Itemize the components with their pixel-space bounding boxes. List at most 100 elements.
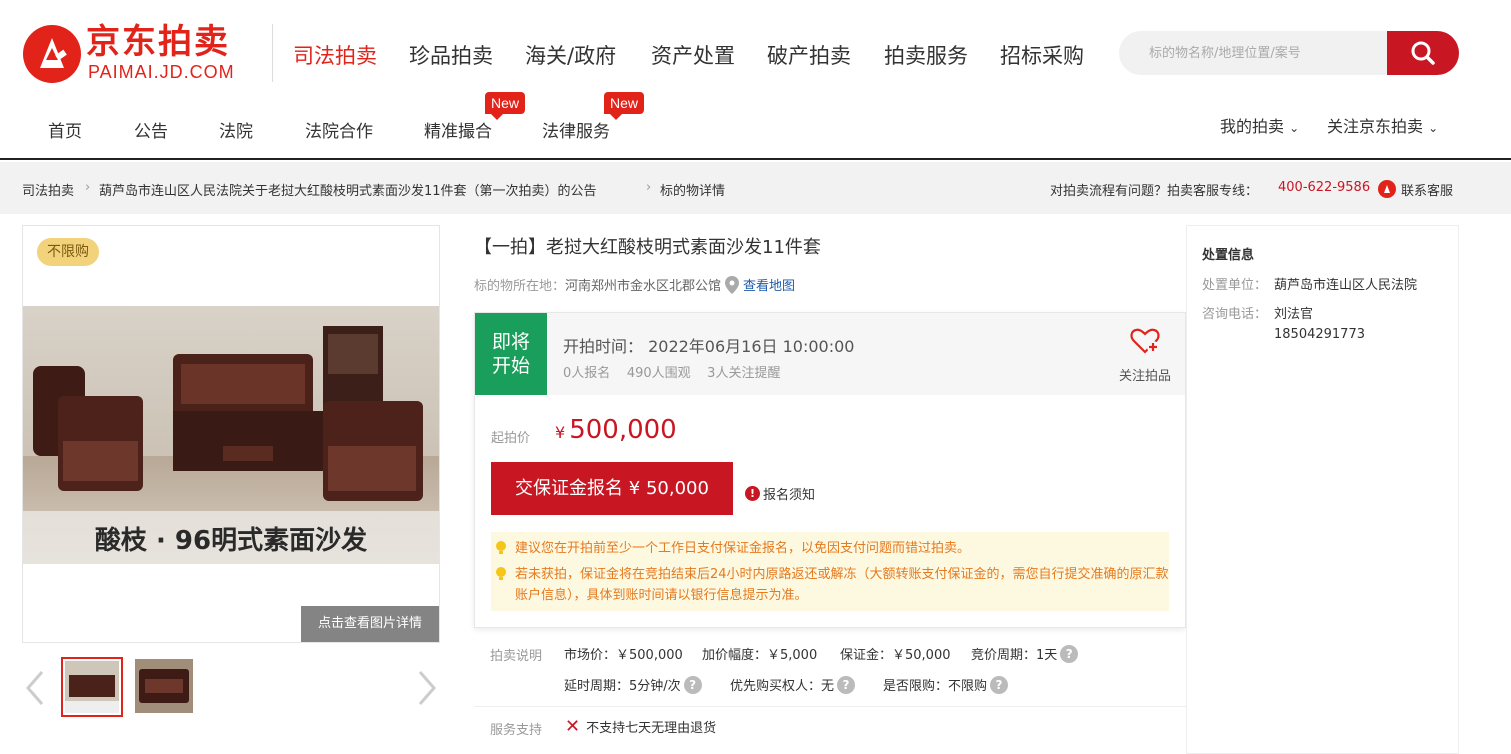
chevron-down-icon: ⌄ (1428, 121, 1439, 135)
topnav-customs[interactable]: 海关/政府 (525, 40, 616, 70)
topnav-treasure[interactable]: 珍品拍卖 (409, 40, 493, 70)
topnav-assets[interactable]: 资产处置 (651, 40, 735, 70)
start-price-label: 起拍价 (491, 431, 531, 446)
my-auction-menu[interactable]: 我的拍卖 ⌄ (1220, 113, 1299, 137)
purchase-limit-text: 是否限购：不限购 (883, 679, 988, 694)
status-text: 即将开始 (491, 331, 530, 377)
purchase-limit: 是否限购：不限购? (883, 675, 1009, 694)
thumbnail-image (135, 659, 193, 713)
image-gallery: 不限购 酸枝 · 96明式素面沙发 点击查看图片详情 (22, 225, 440, 643)
search-bar (1119, 31, 1459, 75)
tip-item: 建议您在开拍前至少一个工作日支付保证金报名，以免因支付问题而错过拍卖。 (496, 538, 1169, 559)
consult-phone-label: 咨询电话： (1202, 307, 1268, 322)
logo-divider (272, 24, 273, 82)
breadcrumb-separator: › (85, 180, 91, 195)
topnav-bidding[interactable]: 招标采购 (1000, 40, 1084, 70)
reminder-count: 3人关注提醒 (707, 366, 781, 381)
follow-item-button[interactable]: 关注拍品 (1105, 327, 1185, 384)
purchase-limit-badge: 不限购 (37, 238, 99, 266)
breadcrumb-current: 标的物详情 (660, 184, 726, 199)
sofa-set-photo: 酸枝 · 96明式素面沙发 (23, 306, 439, 564)
priority-buyer-text: 优先购买权人：无 (730, 679, 835, 694)
auction-terms-label: 拍卖说明 (490, 649, 543, 664)
logo-mark-icon (23, 25, 81, 83)
tip-text: 建议您在开拍前至少一个工作日支付保证金报名，以免因支付问题而错过拍卖。 (515, 541, 971, 556)
breadcrumb-bar: 司法拍卖 › 葫芦岛市连山区人民法院关于老挝大红酸枝明式素面沙发11件套（第一次… (0, 162, 1511, 214)
chevron-down-icon: ⌄ (1289, 121, 1300, 135)
help-text: 对拍卖流程有问题？拍卖客服专线： (1050, 184, 1259, 199)
start-price: ¥500,000 (555, 415, 677, 445)
breadcrumb-announcement[interactable]: 葫芦岛市连山区人民法院关于老挝大红酸枝明式素面沙发11件套（第一次拍卖）的公告 (99, 180, 597, 199)
search-icon (1411, 41, 1435, 65)
help-question-icon[interactable]: ? (990, 675, 1009, 694)
currency-symbol: ¥ (555, 423, 566, 442)
follow-jd-auction-menu[interactable]: 关注京东拍卖 ⌄ (1327, 113, 1438, 137)
item-location: 标的物所在地： 河南郑州市金水区北郡公馆 查看地图 (474, 275, 795, 294)
signup-notice-link[interactable]: ! 报名须知 (745, 484, 815, 503)
status-bar: 即将开始 开拍时间： 2022年06月16日 10:00:00 0人报名 490… (475, 313, 1185, 395)
subnav-court[interactable]: 法院 (219, 117, 253, 142)
contact-service-link[interactable]: 联系客服 (1378, 180, 1453, 199)
divider (474, 706, 1186, 707)
tip-item: 若未获拍，保证金将在竞拍结束后24小时内原路返还或解冻（大额转账支付保证金的，需… (496, 564, 1169, 606)
subnav-court-cooperation[interactable]: 法院合作 (305, 117, 373, 142)
new-badge: New (604, 92, 645, 120)
view-map-link[interactable]: 查看地图 (743, 275, 795, 294)
service-support-value: ✕ 不支持七天无理由退货 (565, 717, 716, 736)
view-image-details-button[interactable]: 点击查看图片详情 (301, 606, 439, 642)
gallery-next-arrow[interactable] (414, 668, 440, 717)
search-button[interactable] (1387, 31, 1459, 75)
deposit-amount-text: 保证金：￥50,000 (840, 648, 951, 663)
chevron-left-icon (26, 671, 44, 705)
priority-buyer: 优先购买权人：无? (730, 675, 856, 694)
thumbnail-image (65, 661, 119, 713)
customer-service-icon (1378, 180, 1396, 198)
service-support-text: 不支持七天无理由退货 (586, 721, 717, 736)
help-question-icon[interactable]: ? (837, 675, 856, 694)
disposal-unit-link[interactable]: 葫芦岛市连山区人民法院 (1274, 274, 1417, 293)
hotline-phone[interactable]: 400-622-9586 (1278, 180, 1370, 195)
chevron-right-icon (418, 671, 436, 705)
service-support-label: 服务支持 (490, 723, 543, 738)
bid-panel: 即将开始 开拍时间： 2022年06月16日 10:00:00 0人报名 490… (474, 312, 1186, 628)
pay-deposit-signup-button[interactable]: 交保证金报名 ¥ 50,000 (491, 462, 733, 515)
consult-phone: 18504291773 (1274, 327, 1365, 342)
start-time: 开拍时间： 2022年06月16日 10:00:00 (563, 337, 855, 356)
contact-person: 刘法官 (1274, 307, 1314, 322)
extension-cycle: 延时周期：5分钟/次? (564, 675, 702, 694)
logo-text-en: PAIMAI.JD.COM (88, 62, 235, 82)
help-question-icon[interactable]: ? (1060, 644, 1079, 663)
bidding-cycle: 竞价周期：1天? (971, 644, 1079, 663)
disposal-info-panel: 处置信息 处置单位： 葫芦岛市连山区人民法院 咨询电话： 刘法官 1850429… (1186, 225, 1459, 754)
gallery-prev-arrow[interactable] (22, 668, 48, 717)
tip-text: 若未获拍，保证金将在竞拍结束后24小时内原路返还或解冻（大额转账支付保证金的，需… (515, 567, 1169, 603)
subnav-notice[interactable]: 公告 (134, 117, 168, 142)
lightbulb-icon (496, 567, 506, 580)
topnav-judicial[interactable]: 司法拍卖 (293, 40, 377, 70)
market-price: 市场价：￥500,000 (564, 644, 683, 663)
close-x-icon: ✕ (565, 715, 581, 737)
deposit-amount: 保证金：￥50,000 (840, 644, 951, 663)
subnav-legal-service[interactable]: 法律服务 (542, 117, 610, 142)
breadcrumb-judicial[interactable]: 司法拍卖 (22, 180, 74, 199)
thumbnail-1-selected[interactable] (61, 657, 123, 717)
search-input[interactable] (1119, 31, 1387, 75)
thumbnail-2[interactable] (133, 657, 195, 717)
follow-jd-label: 关注京东拍卖 (1327, 117, 1424, 136)
logo-text-cn: 京东拍卖 (86, 22, 230, 62)
bidding-cycle-text: 竞价周期：1天 (971, 648, 1058, 663)
help-question-icon[interactable]: ? (683, 675, 702, 694)
topnav-service[interactable]: 拍卖服务 (884, 40, 968, 70)
new-badge: New (485, 92, 526, 120)
jd-paimai-logo[interactable]: 京东拍卖 PAIMAI.JD.COM (22, 22, 274, 86)
main-product-photo[interactable]: 酸枝 · 96明式素面沙发 (23, 306, 439, 564)
tips-box: 建议您在开拍前至少一个工作日支付保证金报名，以免因支付问题而错过拍卖。 若未获拍… (491, 532, 1169, 611)
extension-cycle-text: 延时周期：5分钟/次 (564, 679, 681, 694)
subnav-matching[interactable]: 精准撮合 (424, 117, 492, 142)
disposal-info-title: 处置信息 (1202, 248, 1255, 263)
subnav-home[interactable]: 首页 (48, 117, 82, 142)
signup-notice-label: 报名须知 (763, 488, 816, 503)
auction-stats: 0人报名 490人围观 3人关注提醒 (563, 362, 780, 381)
map-pin-icon (725, 275, 740, 294)
topnav-bankruptcy[interactable]: 破产拍卖 (767, 40, 851, 70)
